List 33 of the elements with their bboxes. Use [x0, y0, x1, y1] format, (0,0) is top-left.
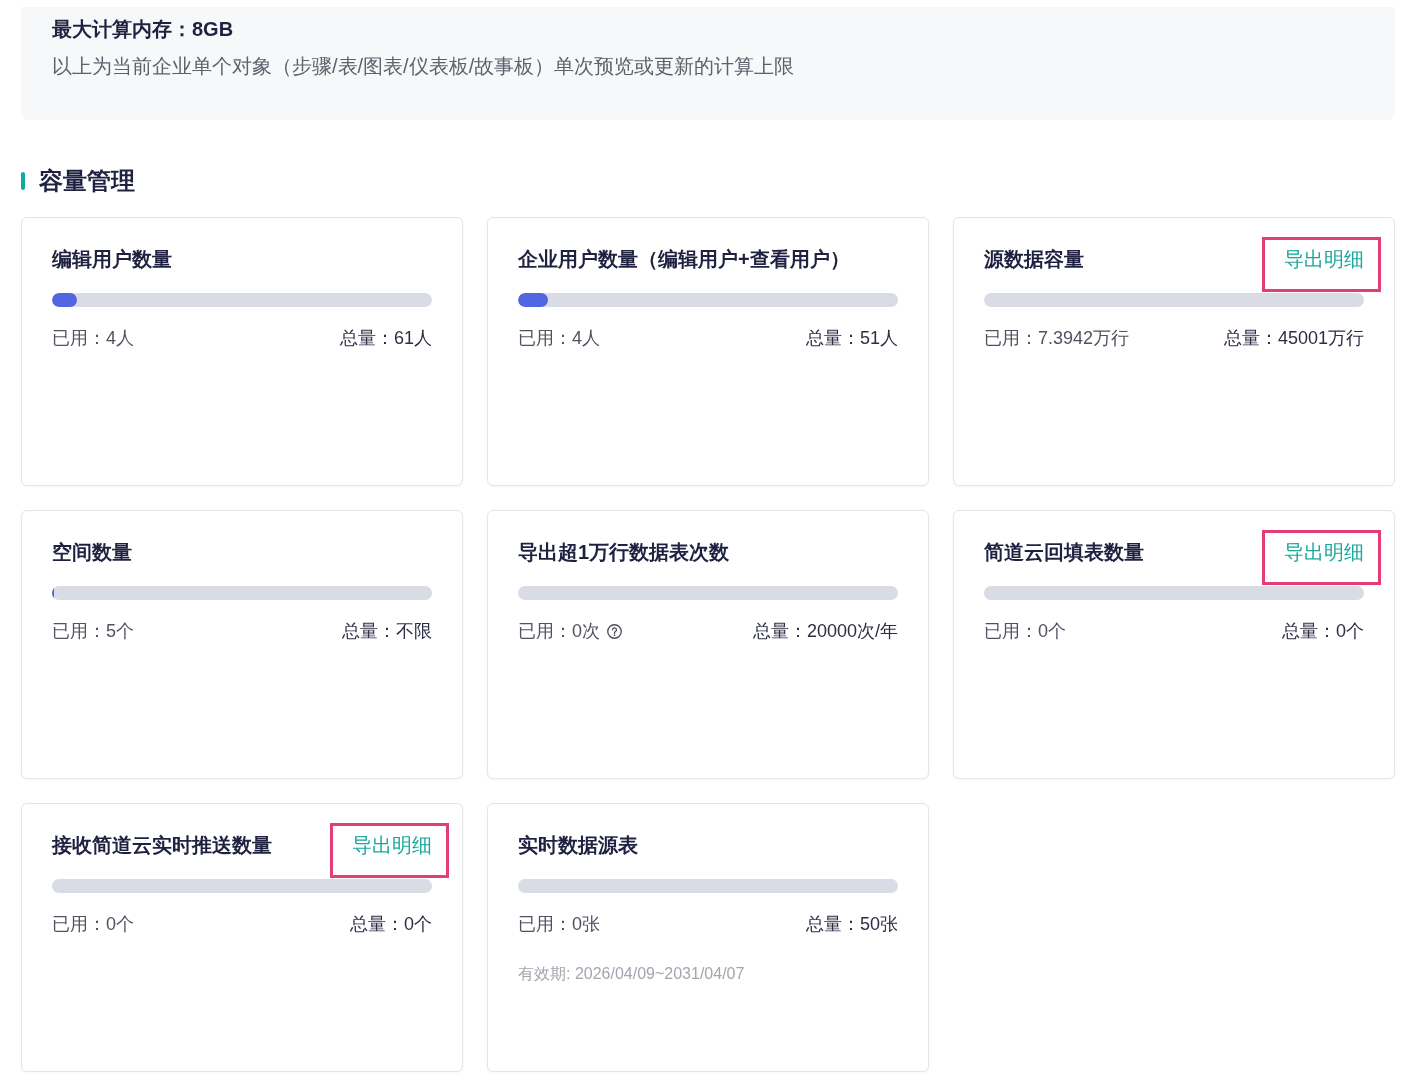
card-title: 接收简道云实时推送数量	[52, 833, 272, 858]
export-detail-link[interactable]: 导出明细	[352, 831, 432, 859]
used-amount: 已用：0张	[518, 913, 600, 936]
total-amount: 总量：45001万行	[1223, 327, 1364, 350]
section-marker-icon	[21, 172, 25, 190]
used-amount: 已用：0个	[984, 620, 1066, 643]
card-title: 空间数量	[52, 540, 132, 565]
section-title: 容量管理	[39, 166, 135, 196]
total-amount: 总量：不限	[342, 620, 432, 643]
card-title: 导出超1万行数据表次数	[518, 540, 730, 565]
used-amount: 已用：5个	[52, 620, 134, 643]
total-amount: 总量：20000次/年	[752, 620, 898, 643]
total-amount: 总量：61人	[339, 327, 432, 350]
limit-note: 以上为当前企业单个对象（步骤/表/图表/仪表板/故事板）单次预览或更新的计算上限	[52, 54, 795, 79]
used-amount: 已用：0个	[52, 913, 134, 936]
export-detail-link[interactable]: 导出明细	[1284, 245, 1364, 273]
used-amount: 已用：4人	[518, 327, 600, 350]
help-icon[interactable]	[607, 623, 622, 639]
card-title: 编辑用户数量	[52, 247, 172, 272]
validity-period: 有效期: 2026/04/09~2031/04/07	[518, 964, 745, 984]
export-detail-link[interactable]: 导出明细	[1284, 538, 1364, 566]
max-memory-text: 最大计算内存：8GB	[52, 17, 234, 42]
total-amount: 总量：50张	[805, 913, 898, 936]
used-amount: 已用：7.3942万行	[984, 327, 1130, 350]
total-amount: 总量：0个	[1282, 620, 1364, 643]
card-title: 源数据容量	[984, 247, 1084, 272]
card-title: 企业用户数量（编辑用户+查看用户）	[518, 247, 850, 272]
used-amount: 已用：4人	[52, 327, 134, 350]
used-amount: 已用：0次	[518, 620, 600, 643]
card-title: 简道云回填表数量	[984, 540, 1144, 565]
total-amount: 总量：0个	[350, 913, 432, 936]
total-amount: 总量：51人	[805, 327, 898, 350]
card-title: 实时数据源表	[518, 833, 638, 858]
